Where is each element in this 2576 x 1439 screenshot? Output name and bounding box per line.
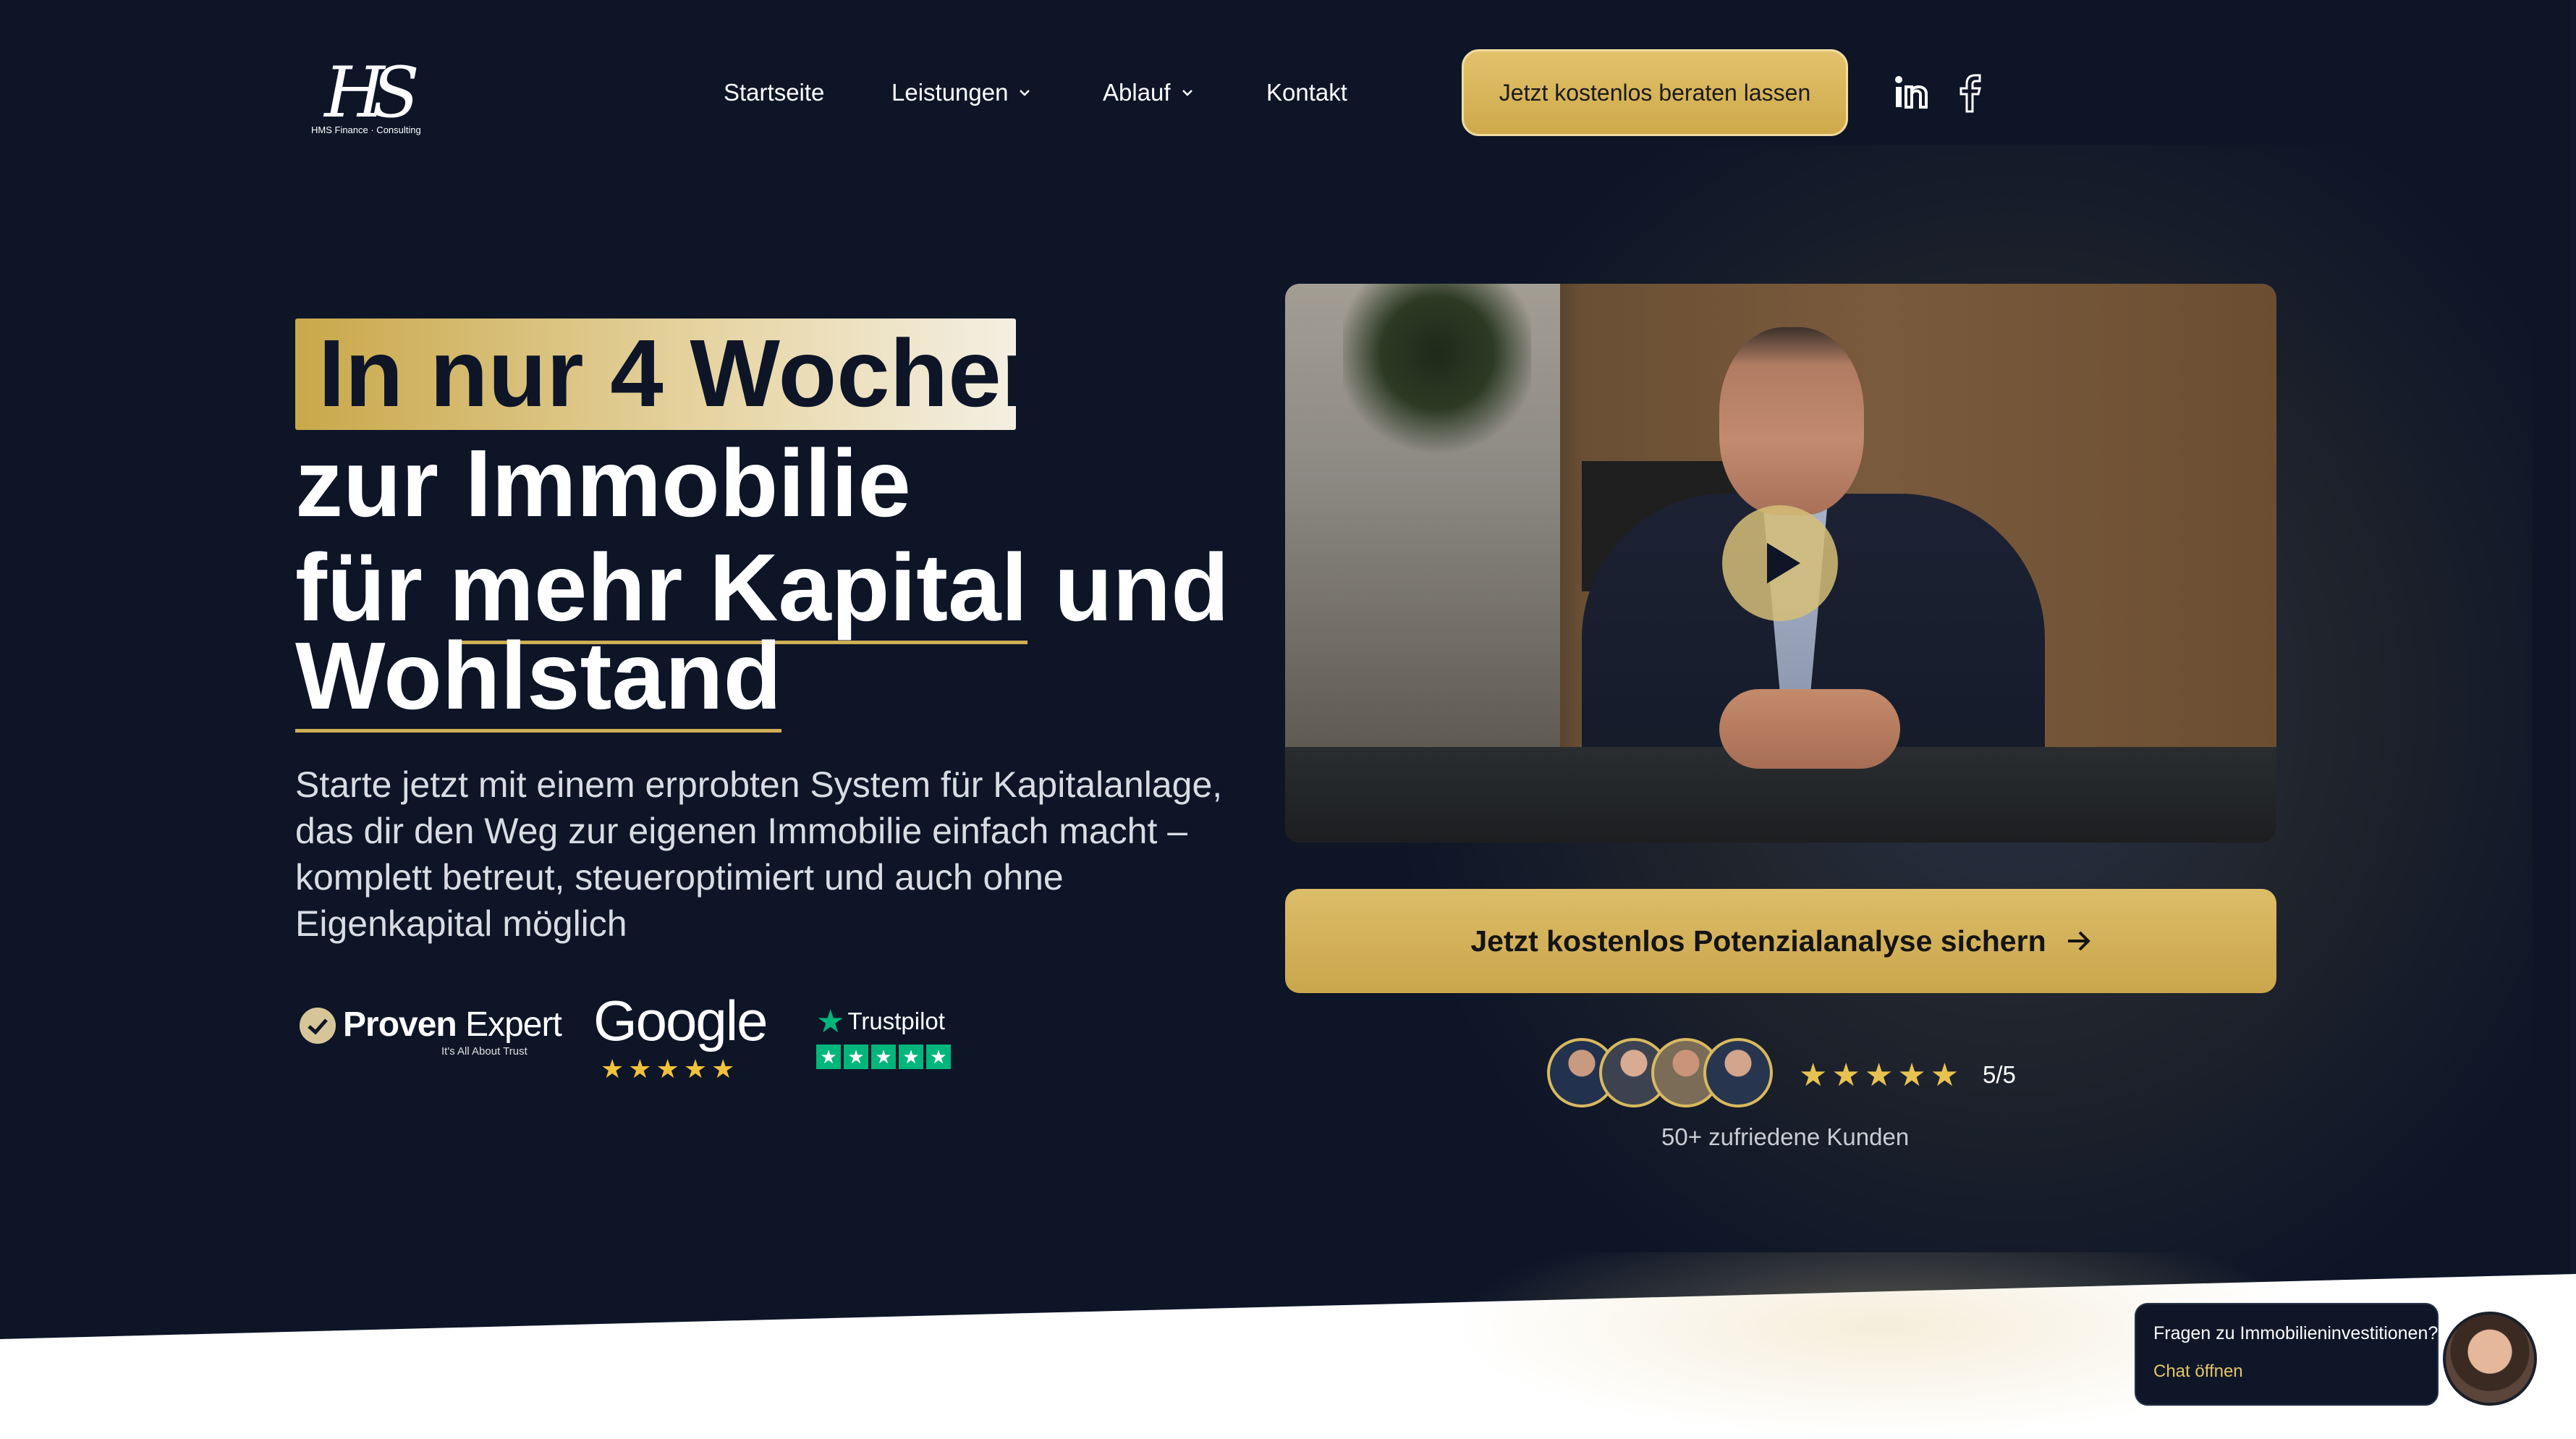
nav-item-label: Leistungen: [891, 79, 1009, 106]
hero-subtext: Starte jetzt mit einem erprobten System …: [295, 764, 1223, 944]
video-speaker-head: [1719, 327, 1864, 515]
potential-analysis-button[interactable]: Jetzt kostenlos Potenzialanalyse sichern: [1285, 889, 2276, 993]
google-reviews-badge[interactable]: Google ★★★★★: [593, 989, 768, 1084]
play-icon: [1767, 543, 1800, 583]
chevron-down-icon: [1182, 90, 1192, 96]
headline-line-2: zur Immobilie: [295, 430, 911, 536]
check-icon: [300, 1008, 336, 1044]
rating-score: 5/5: [1983, 1061, 2016, 1088]
proven-expert-tagline: It's All About Trust: [441, 1045, 528, 1058]
arrow-right-icon: [2067, 931, 2090, 951]
nav-item-label: Startseite: [724, 79, 825, 106]
chat-agent-avatar[interactable]: [2443, 1312, 2537, 1406]
nav-item-label: Ablauf: [1103, 79, 1171, 106]
headline-text: und: [1028, 534, 1229, 641]
consultation-button[interactable]: Jetzt kostenlos beraten lassen: [1462, 49, 1848, 136]
trustpilot-star: ★: [844, 1045, 868, 1069]
logo-subtitle: HMS Finance · Consulting: [311, 125, 421, 135]
nav-item-startseite[interactable]: Startseite: [724, 79, 824, 106]
headline-underlined-text: Wohlstand: [295, 623, 782, 733]
chat-open-link[interactable]: Chat öffnen: [2153, 1362, 2420, 1382]
trustpilot-star: ★: [871, 1045, 896, 1069]
trustpilot-star: ★: [816, 1045, 841, 1069]
customer-avatars: [1547, 1038, 1779, 1107]
headline-line-4: Wohlstand: [295, 623, 782, 733]
proven-expert-badge[interactable]: Proven Expert It's All About Trust: [300, 1005, 562, 1063]
facebook-icon[interactable]: [1957, 72, 1986, 113]
play-button[interactable]: [1722, 505, 1838, 621]
trustpilot-stars: ★ ★ ★ ★ ★: [816, 1045, 954, 1069]
trustpilot-star-icon: ★: [816, 1004, 845, 1039]
avatar: [1703, 1038, 1773, 1107]
video-plant: [1343, 284, 1531, 457]
google-stars: ★★★★★: [601, 1054, 740, 1084]
nav-item-kontakt[interactable]: Kontakt: [1266, 79, 1347, 106]
trustpilot-star: ★: [899, 1045, 923, 1069]
video-speaker-hands: [1719, 689, 1900, 769]
nav-item-leistungen[interactable]: Leistungen: [891, 79, 1033, 106]
rating-stars: ★★★★★: [1799, 1058, 1964, 1093]
linkedin-icon[interactable]: [1893, 74, 1931, 111]
chevron-down-icon: [1020, 90, 1030, 96]
scroll-edge: [2570, 0, 2576, 1325]
nav-item-label: Kontakt: [1266, 79, 1347, 106]
chat-question: Fragen zu Immobilieninvestitionen?: [2153, 1323, 2439, 1343]
logo[interactable]: HS HMS Finance · Consulting: [311, 52, 421, 138]
rating-caption: 50+ zufriedene Kunden: [1661, 1123, 1910, 1150]
headline-highlight-text: In nur 4 Wochen: [318, 320, 1060, 426]
chat-widget[interactable]: Fragen zu Immobilieninvestitionen? Chat …: [2135, 1303, 2439, 1406]
trustpilot-badge[interactable]: ★ Trustpilot ★ ★ ★ ★ ★: [816, 1003, 954, 1076]
google-wordmark: Google: [593, 989, 768, 1052]
trustpilot-star: ★: [926, 1045, 951, 1069]
cta-label: Jetzt kostenlos Potenzialanalyse sichern: [1470, 924, 2046, 958]
logo-mark: HS: [324, 52, 419, 133]
nav-item-ablauf[interactable]: Ablauf: [1103, 79, 1195, 106]
proven-expert-wordmark: Proven Expert: [343, 1005, 562, 1044]
trustpilot-wordmark: ★ Trustpilot: [816, 1004, 945, 1039]
